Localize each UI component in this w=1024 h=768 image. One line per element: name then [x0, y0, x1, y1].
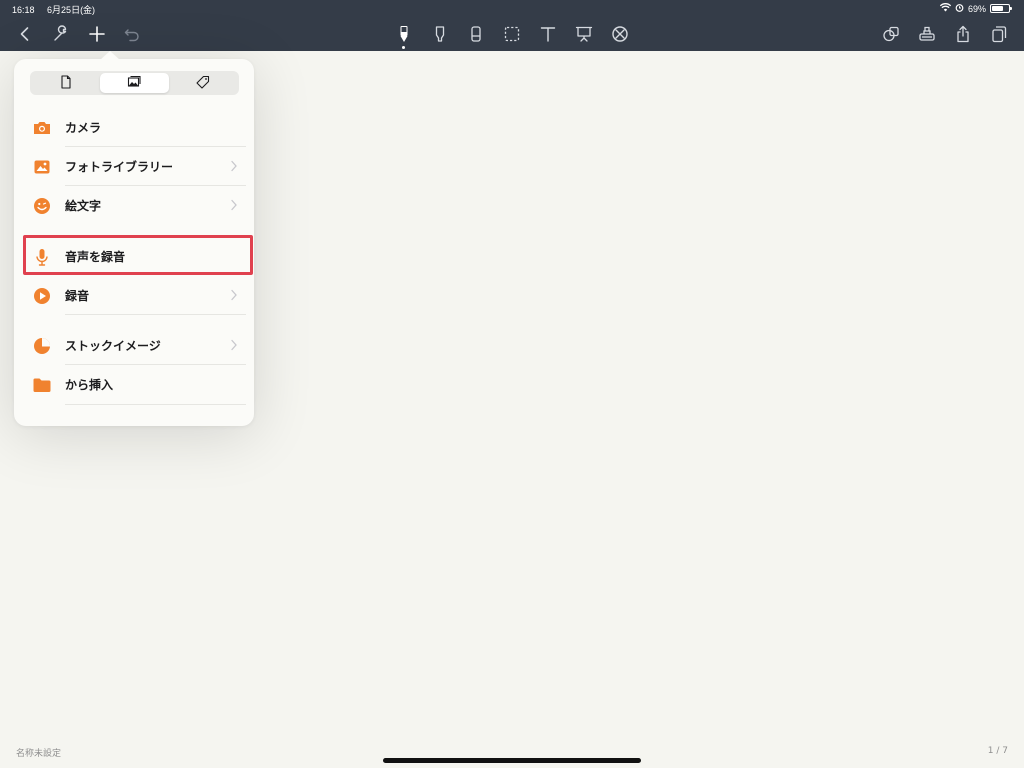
menu-item-label: 絵文字 — [65, 199, 102, 213]
tag-icon — [196, 74, 210, 93]
presentation-icon[interactable] — [573, 23, 595, 45]
status-time: 16:18 — [12, 5, 35, 15]
highlighter-tool-icon[interactable] — [429, 23, 451, 45]
page-indicator: 1 / 7 — [987, 746, 1008, 756]
camera-icon — [32, 118, 52, 138]
menu-item-photo-library[interactable]: フォトライブラリー — [30, 147, 254, 186]
alarm-icon — [955, 3, 964, 14]
highlight-box — [23, 235, 253, 275]
eraser-tool-icon[interactable] — [465, 23, 487, 45]
chevron-right-icon — [231, 289, 237, 301]
chevron-right-icon — [231, 160, 237, 172]
share-icon[interactable] — [952, 23, 974, 45]
status-date: 6月25日(金) — [47, 5, 96, 15]
folder-icon — [32, 375, 52, 395]
text-tool-icon[interactable] — [537, 23, 559, 45]
menu-item-recordings[interactable]: 録音 — [30, 276, 254, 315]
menu-item-label: カメラ — [65, 121, 102, 135]
tab-document[interactable] — [32, 73, 100, 93]
menu-item-label: ストックイメージ — [65, 339, 161, 353]
separator — [65, 314, 246, 315]
menu-item-stock-images[interactable]: ストックイメージ — [30, 326, 254, 365]
menu-item-emoji[interactable]: 絵文字 — [30, 186, 254, 225]
separator — [65, 404, 246, 405]
tab-image[interactable] — [100, 73, 169, 93]
plus-icon[interactable] — [86, 23, 108, 45]
emoji-icon — [32, 196, 52, 216]
battery-level — [992, 6, 1004, 11]
chevron-left-icon[interactable] — [14, 23, 36, 45]
circle-x-icon[interactable] — [609, 23, 631, 45]
menu-item-label: から挿入 — [65, 378, 114, 392]
insert-popover: カメラ フォトライブラリー 絵文字 音声を録音 録音 ストックイメージ から挿入 — [14, 51, 254, 426]
pages-icon[interactable] — [988, 23, 1010, 45]
undo-icon[interactable] — [121, 23, 143, 45]
photo-library-icon — [32, 157, 52, 177]
stamp-icon[interactable] — [916, 23, 938, 45]
wifi-icon — [939, 3, 952, 14]
document-icon — [59, 74, 73, 93]
stock-image-icon — [32, 336, 52, 356]
top-toolbar: 16:18 6月25日(金) 69% — [0, 0, 1024, 51]
menu-item-insert-from[interactable]: から挿入 — [30, 365, 254, 404]
shapes-icon[interactable] — [880, 23, 902, 45]
pen-tool-icon[interactable] — [393, 23, 415, 45]
chevron-right-icon — [231, 199, 237, 211]
wrench-icon[interactable] — [50, 23, 72, 45]
menu-item-camera[interactable]: カメラ — [30, 108, 254, 147]
battery-percent: 69% — [967, 3, 986, 14]
tab-tag[interactable] — [169, 73, 237, 93]
popover-arrow — [100, 51, 120, 60]
insert-type-tabs — [30, 71, 239, 95]
battery-icon — [990, 4, 1012, 13]
status-bar-left: 16:18 6月25日(金) — [12, 3, 105, 16]
chevron-right-icon — [231, 339, 237, 351]
play-circle-icon — [32, 286, 52, 306]
menu-item-label: フォトライブラリー — [65, 160, 174, 174]
status-bar-right: 69% — [939, 3, 1012, 14]
home-indicator[interactable] — [383, 758, 641, 763]
document-title[interactable]: 名称未設定 — [16, 746, 61, 759]
active-tool-indicator — [402, 46, 405, 49]
image-icon — [127, 74, 142, 93]
lasso-select-icon[interactable] — [501, 23, 523, 45]
menu-item-label: 録音 — [65, 289, 90, 303]
